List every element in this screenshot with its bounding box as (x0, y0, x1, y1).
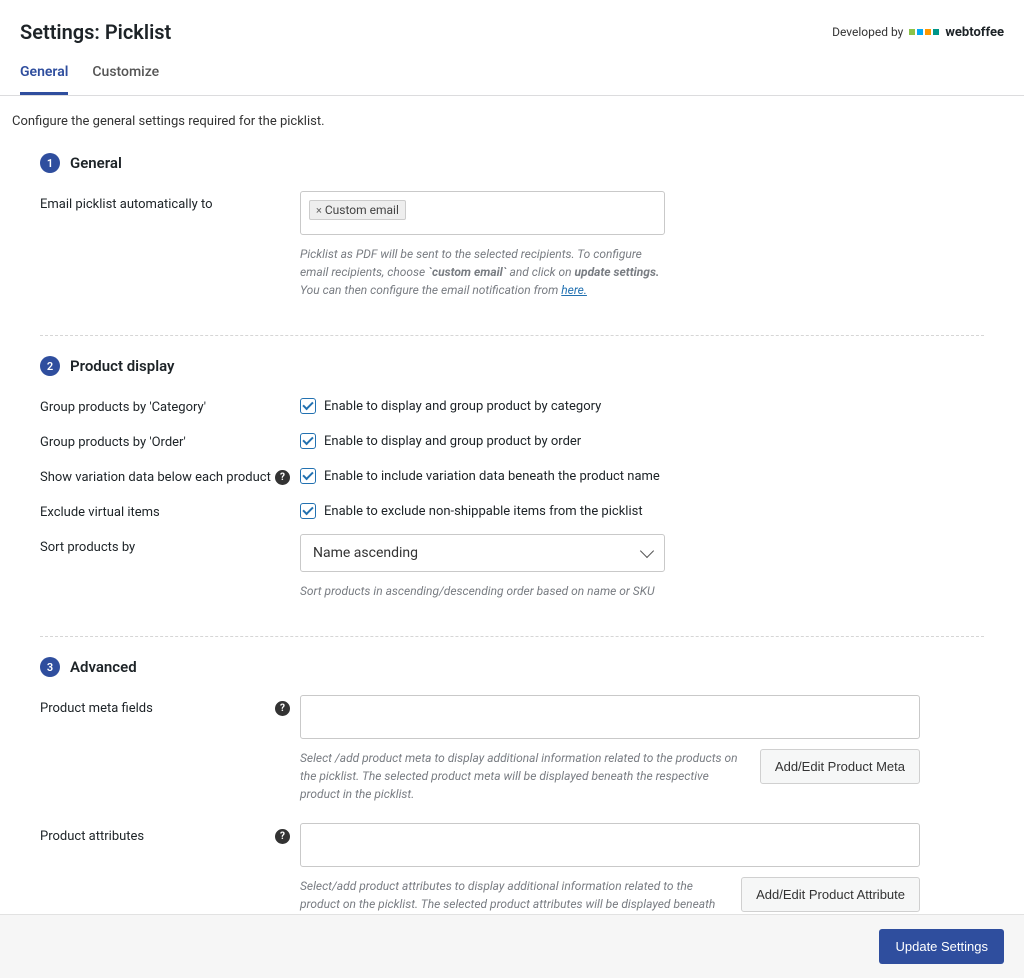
row-variation-data: Show variation data below each product ?… (40, 464, 984, 485)
chevron-down-icon (640, 544, 654, 558)
sort-helper-text: Sort products in ascending/descending or… (300, 582, 665, 600)
section-advanced-header: 3 Advanced (40, 657, 984, 677)
label-product-meta: Product meta fields ? (40, 695, 300, 716)
page-title: Settings: Picklist (20, 20, 171, 44)
row-group-category: Group products by 'Category' Enable to d… (40, 394, 984, 415)
label-email-picklist: Email picklist automatically to (40, 191, 300, 212)
help-icon[interactable]: ? (275, 701, 290, 716)
tabs: General Customize (0, 54, 1024, 96)
help-icon[interactable]: ? (275, 470, 290, 485)
brand-name: webtoffee (945, 25, 1004, 40)
section-number-badge: 3 (40, 657, 60, 677)
checkbox-group-category-label: Enable to display and group product by c… (324, 399, 601, 414)
row-exclude-virtual: Exclude virtual items Enable to exclude … (40, 499, 984, 520)
tag-custom-email[interactable]: × Custom email (309, 200, 406, 220)
tab-general[interactable]: General (20, 54, 68, 95)
section-advanced: 3 Advanced Product meta fields ? Select … (0, 647, 1024, 957)
developed-by-label: Developed by (832, 25, 903, 39)
footer-bar: Update Settings (0, 914, 1024, 978)
checkbox-group-order-label: Enable to display and group product by o… (324, 434, 581, 449)
row-email-picklist: Email picklist automatically to × Custom… (40, 191, 984, 299)
row-sort-products: Sort products by Name ascending Sort pro… (40, 534, 984, 600)
update-settings-button[interactable]: Update Settings (879, 929, 1004, 964)
checkbox-variation-data[interactable] (300, 468, 316, 484)
product-attributes-input[interactable] (300, 823, 920, 867)
checkbox-group-category[interactable] (300, 398, 316, 414)
section-product-display: 2 Product display Group products by 'Cat… (0, 346, 1024, 626)
developed-by: Developed by webtoffee (832, 25, 1004, 40)
intro-text: Configure the general settings required … (0, 96, 1024, 143)
section-general: 1 General Email picklist automatically t… (0, 143, 1024, 325)
product-meta-input[interactable] (300, 695, 920, 739)
label-exclude-virtual: Exclude virtual items (40, 499, 300, 520)
sort-products-value: Name ascending (313, 545, 418, 561)
section-product-display-header: 2 Product display (40, 356, 984, 376)
add-edit-product-meta-button[interactable]: Add/Edit Product Meta (760, 749, 920, 784)
checkbox-group-order[interactable] (300, 433, 316, 449)
row-product-meta: Product meta fields ? Select /add produc… (40, 695, 984, 803)
email-recipients-input[interactable]: × Custom email (300, 191, 665, 235)
label-group-category: Group products by 'Category' (40, 394, 300, 415)
section-number-badge: 1 (40, 153, 60, 173)
section-general-title: General (70, 154, 122, 172)
add-edit-product-attribute-button[interactable]: Add/Edit Product Attribute (741, 877, 920, 912)
section-advanced-title: Advanced (70, 658, 137, 676)
label-group-order: Group products by 'Order' (40, 429, 300, 450)
checkbox-variation-data-label: Enable to include variation data beneath… (324, 469, 660, 484)
checkbox-exclude-virtual-label: Enable to exclude non-shippable items fr… (324, 504, 643, 519)
label-product-attributes: Product attributes ? (40, 823, 300, 844)
label-sort-products: Sort products by (40, 534, 300, 555)
sort-products-select[interactable]: Name ascending (300, 534, 665, 572)
checkbox-exclude-virtual[interactable] (300, 503, 316, 519)
label-variation-data: Show variation data below each product ? (40, 464, 300, 485)
divider (40, 335, 984, 336)
section-general-header: 1 General (40, 153, 984, 173)
divider (40, 636, 984, 637)
brand-logo-icon (909, 29, 939, 35)
product-meta-helper: Select /add product meta to display addi… (300, 749, 748, 803)
remove-tag-icon[interactable]: × (316, 204, 322, 217)
help-icon[interactable]: ? (275, 829, 290, 844)
row-group-order: Group products by 'Order' Enable to disp… (40, 429, 984, 450)
tag-label: Custom email (325, 203, 399, 217)
section-number-badge: 2 (40, 356, 60, 376)
email-helper-text: Picklist as PDF will be sent to the sele… (300, 245, 665, 299)
page-header: Settings: Picklist Developed by webtoffe… (0, 0, 1024, 54)
section-product-display-title: Product display (70, 357, 175, 375)
email-here-link[interactable]: here. (561, 283, 587, 297)
tab-customize[interactable]: Customize (92, 54, 159, 95)
